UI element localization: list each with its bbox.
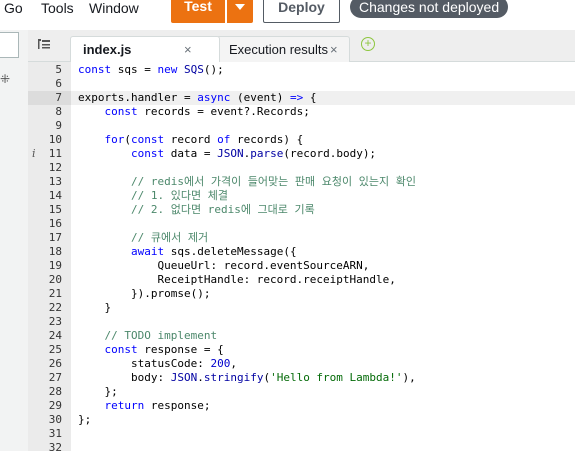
code-text: const data = JSON.parse(record.body); xyxy=(130,147,377,160)
left-panel-input[interactable] xyxy=(0,32,19,58)
line-number: 32 xyxy=(48,441,62,451)
test-dropdown-caret-icon[interactable] xyxy=(227,0,253,23)
code-line[interactable]: 14 // 1. 있다면 체결 xyxy=(28,189,575,203)
code-line[interactable]: 27 body: JSON.stringify('Hello from Lamb… xyxy=(28,371,575,385)
code-line[interactable]: 23 xyxy=(28,315,575,329)
code-line[interactable]: 8 const records = event?.Records; xyxy=(28,105,575,119)
code-line[interactable]: 10 for(const record of records) { xyxy=(28,133,575,147)
code-line[interactable]: 15 // 2. 없다면 redis에 그대로 기록 xyxy=(28,203,575,217)
line-number: 24 xyxy=(48,329,62,342)
tab-index-js[interactable]: index.js × xyxy=(70,36,220,63)
line-number: 16 xyxy=(48,217,62,230)
line-number: 8 xyxy=(55,105,62,118)
code-text: for(const record of records) { xyxy=(104,133,304,146)
code-line[interactable]: 17 // 큐에서 제거 xyxy=(28,231,575,245)
code-line[interactable]: 13 // redis에서 가격이 들어맞는 판매 요청이 있는지 확인 xyxy=(28,175,575,189)
line-number: 5 xyxy=(55,63,62,76)
deploy-button[interactable]: Deploy xyxy=(263,0,340,23)
code-line[interactable]: 25 const response = { xyxy=(28,343,575,357)
line-number: 22 xyxy=(48,301,62,314)
line-number: 31 xyxy=(48,427,62,440)
code-text: const records = event?.Records; xyxy=(104,105,310,118)
code-text: const sqs = new SQS(); xyxy=(78,63,224,76)
code-text: body: JSON.stringify('Hello from Lambda!… xyxy=(78,371,416,384)
code-text: }).promse(); xyxy=(78,287,211,300)
code-line[interactable]: 26 statusCode: 200, xyxy=(28,357,575,371)
close-icon[interactable]: × xyxy=(330,42,338,57)
code-text: ReceiptHandle: record.receiptHandle, xyxy=(78,273,396,286)
code-text: // 2. 없다면 redis에 그대로 기록 xyxy=(130,203,315,216)
line-number: 21 xyxy=(48,287,62,300)
tab-label: index.js xyxy=(83,42,132,57)
code-text: }; xyxy=(78,385,118,398)
line-number: 11 xyxy=(48,147,62,160)
code-editor[interactable]: 5 const sqs = new SQS(); 6 7 exports.handler… xyxy=(28,62,575,451)
line-number: 10 xyxy=(48,133,62,146)
line-number: 13 xyxy=(48,175,62,188)
line-number: 17 xyxy=(48,231,62,244)
code-line[interactable]: 18 await sqs.deleteMessage({ xyxy=(28,245,575,259)
code-line[interactable]: 9 xyxy=(28,119,575,133)
code-line[interactable]: 32 xyxy=(28,441,575,451)
code-line[interactable]: 29 return response; xyxy=(28,399,575,413)
code-line[interactable]: i 11 const data = JSON.parse(record.body)… xyxy=(28,147,575,161)
left-panel xyxy=(0,30,28,451)
line-number: 20 xyxy=(48,273,62,286)
panel-resize-handle-icon[interactable]: ⁜ xyxy=(0,72,10,86)
line-number: 29 xyxy=(48,399,62,412)
line-number: 25 xyxy=(48,343,62,356)
line-number: 7 xyxy=(55,91,62,104)
line-number: 19 xyxy=(48,259,62,272)
code-line[interactable]: 16 xyxy=(28,217,575,231)
code-text: await sqs.deleteMessage({ xyxy=(130,245,297,258)
code-text: // redis에서 가격이 들어맞는 판매 요청이 있는지 확인 xyxy=(130,175,416,188)
code-text: // TODO implement xyxy=(104,329,218,342)
menu-tools[interactable]: Tools xyxy=(41,0,74,16)
code-line[interactable]: 12 xyxy=(28,161,575,175)
line-number: 14 xyxy=(48,189,62,202)
line-number: 15 xyxy=(48,203,62,216)
code-line[interactable]: 7 exports.handler = async (event) => { xyxy=(28,91,575,105)
line-number: 6 xyxy=(55,77,62,90)
line-number: 12 xyxy=(48,161,62,174)
code-line[interactable]: 28 }; xyxy=(28,385,575,399)
tabs-menu-icon[interactable] xyxy=(38,39,50,49)
status-badge: Changes not deployed xyxy=(350,0,509,18)
test-button[interactable]: Test xyxy=(171,0,225,23)
code-line[interactable]: 6 xyxy=(28,77,575,91)
code-text: const response = { xyxy=(104,343,224,356)
line-number: 28 xyxy=(48,385,62,398)
code-line[interactable]: 31 xyxy=(28,427,575,441)
line-number: 23 xyxy=(48,315,62,328)
close-icon[interactable]: × xyxy=(184,42,192,57)
menu-window[interactable]: Window xyxy=(89,0,139,16)
code-line[interactable]: 21 }).promse(); xyxy=(28,287,575,301)
editor-tab-bar: Execution results × index.js × + xyxy=(28,30,575,63)
add-tab-icon[interactable]: + xyxy=(361,37,375,51)
code-line[interactable]: 24 // TODO implement xyxy=(28,329,575,343)
code-line[interactable]: 20 ReceiptHandle: record.receiptHandle, xyxy=(28,273,575,287)
line-number: 9 xyxy=(55,119,62,132)
line-number: 27 xyxy=(48,371,62,384)
line-number: 30 xyxy=(48,413,62,426)
code-text: statusCode: 200, xyxy=(78,357,237,370)
top-toolbar: Go Tools Window Test Deploy Changes not … xyxy=(0,0,575,30)
tab-label: Execution results xyxy=(229,42,328,57)
tab-execution-results[interactable]: Execution results × xyxy=(216,36,350,63)
code-line[interactable]: 19 QueueUrl: record.eventSourceARN, xyxy=(28,259,575,273)
code-text: return response; xyxy=(104,399,211,412)
code-text: // 1. 있다면 체결 xyxy=(130,189,228,202)
line-number: 26 xyxy=(48,357,62,370)
menu-go[interactable]: Go xyxy=(4,0,23,16)
code-line[interactable]: 30}; xyxy=(28,413,575,427)
code-text: QueueUrl: record.eventSourceARN, xyxy=(78,259,370,272)
line-number: 18 xyxy=(48,245,62,258)
code-text: // 큐에서 제거 xyxy=(130,231,209,244)
code-text: }; xyxy=(78,413,92,426)
code-text: exports.handler = async (event) => { xyxy=(78,91,317,104)
code-line[interactable]: 22 } xyxy=(28,301,575,315)
code-line[interactable]: 5 const sqs = new SQS(); xyxy=(28,63,575,77)
code-text: } xyxy=(78,301,112,314)
